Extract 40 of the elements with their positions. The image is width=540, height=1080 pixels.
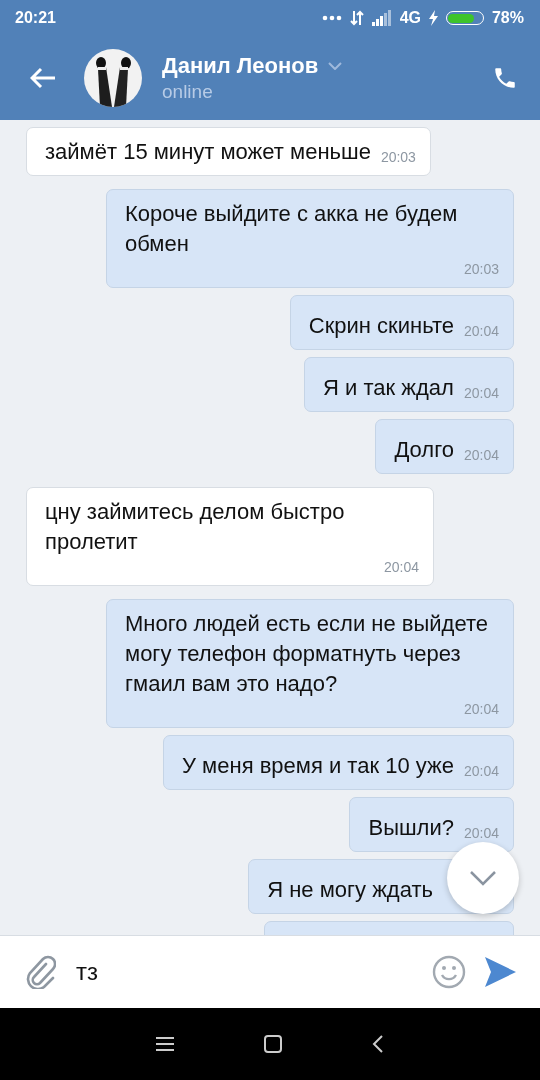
message-text: Вышли?	[368, 814, 454, 842]
message-input-field[interactable]: тз	[74, 957, 414, 987]
send-icon[interactable]	[484, 957, 516, 987]
smiley-icon[interactable]	[432, 955, 466, 989]
signal-icon	[371, 10, 392, 26]
message-time: 20:04	[383, 558, 419, 577]
battery-percent: 78%	[491, 9, 524, 27]
clock: 20:21	[15, 9, 56, 27]
message-time: 20:04	[463, 824, 499, 843]
message-text: У меня время и так 10 уже	[182, 752, 454, 780]
message-time: 20:04	[463, 700, 499, 719]
contact-status: online	[162, 81, 214, 103]
paperclip-icon[interactable]	[26, 955, 56, 989]
chevron-down-icon	[469, 870, 497, 886]
contact-name[interactable]: Данил Леонов	[162, 53, 319, 79]
message-time: 20:04	[463, 446, 499, 465]
network-type: 4G	[399, 9, 421, 27]
message-text: Короче выйдите с акка не будем обмен	[125, 200, 459, 258]
menu-icon[interactable]	[156, 1036, 174, 1052]
message-text: Скрин скиньте	[308, 312, 454, 340]
more-dots-icon	[321, 15, 342, 21]
message-text: займёт 15 минут может меньше	[45, 138, 371, 166]
message-time: 20:04	[463, 322, 499, 341]
message-time: 20:03	[380, 148, 416, 167]
message-composer[interactable]: тз	[0, 935, 540, 1008]
back-arrow-icon[interactable]	[30, 67, 56, 89]
message-text: Я и так ждал	[323, 374, 454, 402]
home-square-icon[interactable]	[264, 1035, 282, 1053]
message-text: Я не могу ждать	[267, 876, 433, 904]
message-time: 20:04	[463, 384, 499, 403]
data-transfer-icon	[349, 10, 364, 26]
message-time: 20:04	[463, 762, 499, 781]
charging-icon	[428, 10, 438, 26]
message-text: Много людей есть если не выйдете могу телефон форматнуть через гмаил вам это надо?	[125, 610, 489, 698]
phone-icon[interactable]	[492, 65, 518, 91]
chevron-down-icon[interactable]	[328, 62, 343, 70]
message-text: Долго	[394, 436, 454, 464]
message-time: 20:03	[463, 260, 499, 279]
back-chevron-icon[interactable]	[372, 1035, 384, 1053]
message-text: цну займитесь делом быстро пролетит	[45, 498, 346, 556]
